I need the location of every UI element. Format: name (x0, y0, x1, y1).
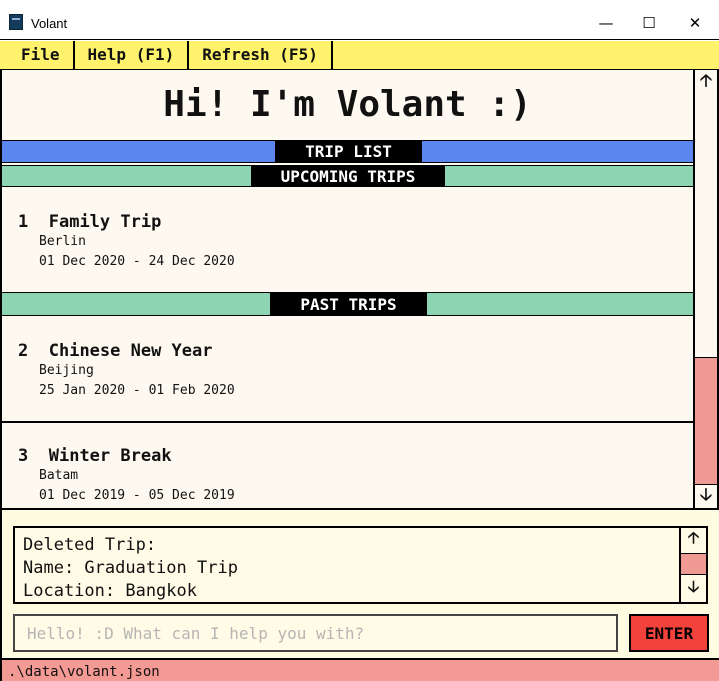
result-display[interactable]: Deleted Trip: Name: Graduation Trip Locati… (13, 526, 708, 604)
greeting-heading: Hi! I'm Volant :) (163, 84, 532, 125)
menu-file[interactable]: File (0, 41, 75, 69)
app-icon (9, 14, 23, 30)
trip-name: Chinese New Year (48, 341, 213, 361)
trip-index: 2 (18, 341, 29, 361)
trip-dates: 01 Dec 2019 - 05 Dec 2019 (39, 488, 235, 503)
trip-list-label: TRIP LIST (275, 140, 422, 163)
result-text: Deleted Trip: Name: Graduation Trip Locati… (23, 534, 238, 603)
past-trips-label: PAST TRIPS (270, 292, 427, 316)
status-bar-file-path: .\data\volant.json (0, 658, 719, 681)
scroll-thumb[interactable] (681, 553, 706, 575)
scroll-down-arrow-icon[interactable]: 🡣 (695, 485, 717, 507)
trip-dates: 25 Jan 2020 - 01 Feb 2020 (39, 383, 235, 398)
trip-location: Berlin (39, 234, 86, 249)
maximize-button[interactable]: ☐ (636, 12, 662, 34)
trip-index: 3 (18, 446, 29, 466)
menu-bar: File Help (F1) Refresh (F5) (0, 41, 719, 70)
result-scrollbar[interactable]: 🡡 🡣 (679, 528, 706, 602)
command-panel: Deleted Trip: Name: Graduation Trip Locati… (0, 508, 719, 658)
trip-list-panel: Hi! I'm Volant :) TRIP LIST UPCOMING TRI… (0, 70, 693, 508)
command-input[interactable] (13, 614, 618, 652)
scroll-down-arrow-icon[interactable]: 🡣 (681, 577, 706, 600)
trip-list-scrollbar[interactable]: 🡡 🡣 (693, 70, 719, 508)
scroll-up-arrow-icon[interactable]: 🡡 (681, 528, 706, 551)
enter-button[interactable]: ENTER (629, 614, 709, 652)
trip-title: 1 Family Trip (18, 212, 161, 232)
trip-location: Beijing (39, 363, 94, 378)
trip-title: 3 Winter Break (18, 446, 172, 466)
trip-index: 1 (18, 212, 29, 232)
trip-dates: 01 Dec 2020 - 24 Dec 2020 (39, 254, 235, 269)
window-title-bar: Volant — ☐ ✕ (0, 0, 719, 40)
scroll-thumb[interactable] (695, 357, 717, 485)
window-title: Volant (31, 16, 68, 31)
upcoming-trips-bar: UPCOMING TRIPS (2, 165, 693, 187)
result-line: Location: Bangkok (23, 581, 197, 601)
trip-name: Family Trip (48, 212, 162, 232)
close-button[interactable]: ✕ (682, 12, 708, 34)
trip-list-bar: TRIP LIST (2, 140, 693, 163)
past-trips-bar: PAST TRIPS (2, 292, 693, 316)
result-line: Deleted Trip: (23, 535, 157, 555)
result-line: Name: Graduation Trip (23, 558, 238, 578)
scroll-up-arrow-icon[interactable]: 🡡 (695, 71, 717, 93)
trip-title: 2 Chinese New Year (18, 341, 213, 361)
upcoming-trips-label: UPCOMING TRIPS (251, 165, 445, 187)
trip-location: Batam (39, 468, 79, 483)
trip-divider (2, 421, 693, 423)
menu-refresh[interactable]: Refresh (F5) (189, 41, 333, 69)
trip-name: Winter Break (48, 446, 172, 466)
menu-help[interactable]: Help (F1) (75, 41, 190, 69)
minimize-button[interactable]: — (593, 12, 619, 34)
